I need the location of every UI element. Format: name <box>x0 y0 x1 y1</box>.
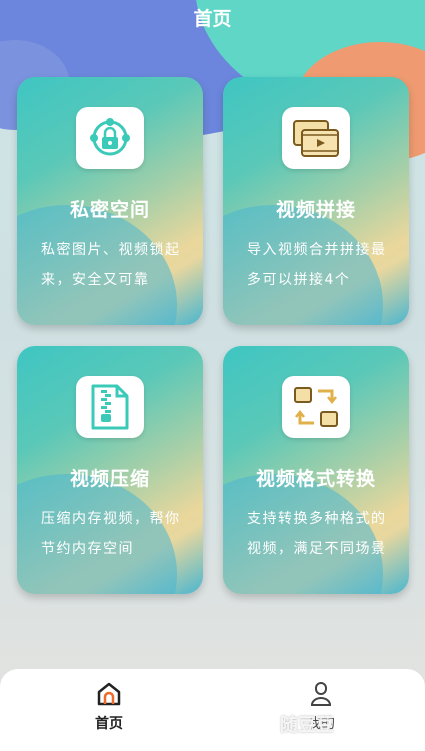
card-title: 视频格式转换 <box>255 468 376 490</box>
home-icon <box>97 682 121 706</box>
page-title: 首页 <box>193 8 232 30</box>
card-description: 导入视频合并拼接最多可以拼接4个 <box>247 242 387 288</box>
video-merge-icon <box>282 107 350 169</box>
card-video-compress[interactable]: 视频压缩 压缩内存视频，帮你节约内存空间 <box>17 346 203 594</box>
card-description: 支持转换多种格式的视频，满足不同场景 <box>247 511 387 557</box>
user-icon <box>310 682 332 706</box>
card-description: 私密图片、视频锁起来，安全又可靠 <box>41 242 181 288</box>
card-private-space[interactable]: 私密空间 私密图片、视频锁起来，安全又可靠 <box>17 77 203 325</box>
card-title: 视频压缩 <box>69 468 150 490</box>
watermark: 随豆豆 <box>280 715 334 736</box>
tab-home[interactable]: 首页 <box>64 681 154 733</box>
bottom-tab-bar: 首页 我的 <box>0 669 425 751</box>
card-title: 私密空间 <box>69 199 150 221</box>
tab-home-label: 首页 <box>95 716 123 732</box>
zip-file-icon <box>76 376 144 438</box>
lock-network-icon <box>76 107 144 169</box>
card-format-convert[interactable]: 视频格式转换 支持转换多种格式的视频，满足不同场景 <box>223 346 409 594</box>
card-title: 视频拼接 <box>275 199 356 221</box>
format-convert-icon <box>282 376 350 438</box>
card-video-merge[interactable]: 视频拼接 导入视频合并拼接最多可以拼接4个 <box>223 77 409 325</box>
card-description: 压缩内存视频，帮你节约内存空间 <box>41 511 181 557</box>
